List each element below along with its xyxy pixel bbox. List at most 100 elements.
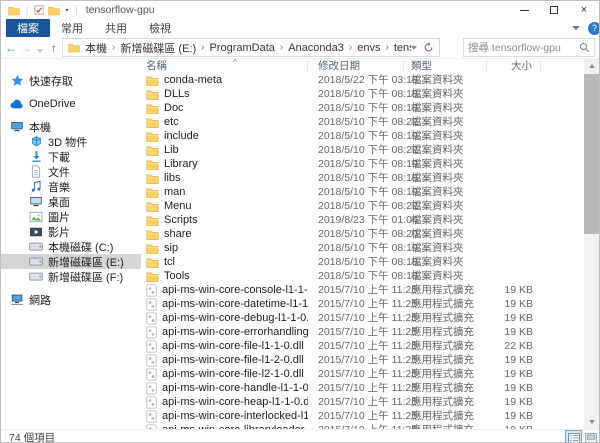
sidebar-item[interactable]: 本機磁碟 (C:) bbox=[1, 239, 141, 254]
file-row[interactable]: api-ms-win-core-file-l1-2-0.dll 2015/7/1… bbox=[141, 353, 599, 367]
file-row[interactable]: api-ms-win-core-libraryloader-l1-1-0.dll… bbox=[141, 423, 599, 429]
breadcrumb-separator-icon[interactable]: › bbox=[277, 42, 286, 53]
file-name: api-ms-win-core-heap-l1-1-0.dll bbox=[162, 396, 308, 408]
column-header-date[interactable]: 修改日期 bbox=[308, 60, 404, 72]
breadcrumb-separator-icon[interactable]: › bbox=[198, 42, 207, 53]
breadcrumb-item[interactable]: tensorflow-gpu bbox=[392, 42, 411, 54]
file-row[interactable]: DLLs 2018/5/10 下午 08:18 檔案資料夾 bbox=[141, 87, 599, 101]
breadcrumb-separator-icon[interactable]: › bbox=[383, 42, 392, 53]
sidebar-item[interactable]: 文件 bbox=[1, 164, 141, 179]
breadcrumb-item[interactable]: Anaconda3 › bbox=[286, 42, 355, 54]
file-date: 2015/7/10 上午 11:25 bbox=[318, 312, 418, 324]
forward-button[interactable]: → bbox=[20, 41, 32, 55]
column-header-type[interactable]: 類型 bbox=[404, 60, 487, 72]
file-name: Menu bbox=[164, 200, 192, 212]
file-row[interactable]: api-ms-win-core-console-l1-1-0.dll 2015/… bbox=[141, 283, 599, 297]
breadcrumb-item[interactable]: 新增磁碟區 (E:) › bbox=[118, 40, 207, 56]
new-folder-icon[interactable] bbox=[48, 5, 60, 16]
sidebar-item[interactable]: 桌面 bbox=[1, 194, 141, 209]
tab-view[interactable]: 檢視 bbox=[138, 19, 182, 37]
file-row[interactable]: api-ms-win-core-heap-l1-1-0.dll 2015/7/1… bbox=[141, 395, 599, 409]
maximize-icon bbox=[550, 6, 558, 14]
sidebar-item[interactable]: 圖片 bbox=[1, 209, 141, 224]
file-type: 檔案資料夾 bbox=[411, 186, 464, 198]
expand-ribbon-icon[interactable] bbox=[572, 26, 580, 30]
search-icon[interactable] bbox=[579, 42, 590, 53]
column-header-size[interactable]: 大小 bbox=[487, 60, 541, 72]
column-header-name[interactable]: 名稱 ^ bbox=[141, 59, 308, 72]
file-row[interactable]: libs 2018/5/10 下午 08:18 檔案資料夾 bbox=[141, 171, 599, 185]
recent-locations-icon[interactable] bbox=[35, 40, 46, 56]
file-type: 應用程式擴充 bbox=[411, 340, 474, 352]
file-row[interactable]: sip 2018/5/10 下午 08:19 檔案資料夾 bbox=[141, 241, 599, 255]
close-button[interactable]: × bbox=[569, 1, 599, 19]
sidebar-item[interactable]: 快速存取 bbox=[1, 73, 141, 88]
maximize-button[interactable] bbox=[539, 1, 569, 19]
scroll-down-icon[interactable] bbox=[584, 415, 599, 429]
sidebar-item[interactable]: OneDrive bbox=[1, 96, 141, 111]
tab-share[interactable]: 共用 bbox=[94, 19, 138, 37]
breadcrumb-separator-icon[interactable]: › bbox=[109, 42, 118, 53]
explorer-window: | ▾ | tensorflow-gpu × 檔案 常用 共用 檢視 ? ← →… bbox=[0, 0, 600, 443]
file-row[interactable]: api-ms-win-core-file-l2-1-0.dll 2015/7/1… bbox=[141, 367, 599, 381]
up-button[interactable]: ↑ bbox=[49, 41, 60, 55]
file-row[interactable]: api-ms-win-core-debug-l1-1-0.dll 2015/7/… bbox=[141, 311, 599, 325]
file-row[interactable]: api-ms-win-core-handle-l1-1-0.dll 2015/7… bbox=[141, 381, 599, 395]
file-row[interactable]: conda-meta 2018/5/22 下午 03:18 檔案資料夾 bbox=[141, 73, 599, 87]
file-row[interactable]: Lib 2018/5/10 下午 08:22 檔案資料夾 bbox=[141, 143, 599, 157]
file-name: api-ms-win-core-errorhandling-l1-1-0... bbox=[162, 326, 308, 338]
scroll-up-icon[interactable] bbox=[584, 59, 599, 73]
back-button[interactable]: ← bbox=[5, 41, 17, 55]
address-bar[interactable]: 本機 › 新增磁碟區 (E:) › ProgramData › Anaconda… bbox=[62, 38, 440, 57]
minimize-button[interactable] bbox=[509, 1, 539, 19]
breadcrumb-item[interactable]: envs › bbox=[355, 42, 392, 54]
file-row[interactable]: Menu 2018/5/10 下午 08:22 檔案資料夾 bbox=[141, 199, 599, 213]
file-row[interactable]: api-ms-win-core-file-l1-1-0.dll 2015/7/1… bbox=[141, 339, 599, 353]
file-row[interactable]: Doc 2018/5/10 下午 08:18 檔案資料夾 bbox=[141, 101, 599, 115]
sidebar-item[interactable]: 下載 bbox=[1, 149, 141, 164]
file-name: Lib bbox=[164, 144, 179, 156]
tab-file[interactable]: 檔案 bbox=[6, 19, 50, 37]
folder-icon bbox=[146, 75, 159, 86]
vertical-scrollbar[interactable] bbox=[584, 59, 599, 429]
file-size: 22 KB bbox=[504, 340, 533, 352]
tab-home[interactable]: 常用 bbox=[50, 19, 94, 37]
thumbnails-view-button[interactable] bbox=[582, 430, 599, 442]
search-box[interactable] bbox=[463, 38, 595, 57]
properties-icon[interactable] bbox=[34, 5, 44, 15]
file-name: share bbox=[164, 228, 192, 240]
sidebar-item[interactable]: 3D 物件 bbox=[1, 134, 141, 149]
file-row[interactable]: Library 2018/5/10 下午 08:19 檔案資料夾 bbox=[141, 157, 599, 171]
file-date: 2015/7/10 上午 11:25 bbox=[318, 340, 418, 352]
file-row[interactable]: man 2018/5/10 下午 08:19 檔案資料夾 bbox=[141, 185, 599, 199]
customize-quick-access-toolbar-icon[interactable]: ▾ bbox=[65, 7, 68, 14]
sidebar-item[interactable]: 新增磁碟區 (F:) bbox=[1, 269, 141, 284]
breadcrumb-item[interactable]: ProgramData › bbox=[207, 42, 286, 54]
sidebar-item[interactable]: 音樂 bbox=[1, 179, 141, 194]
search-input[interactable] bbox=[468, 41, 579, 54]
file-row[interactable]: include 2018/5/10 下午 08:19 檔案資料夾 bbox=[141, 129, 599, 143]
file-type: 檔案資料夾 bbox=[411, 116, 464, 128]
file-row[interactable]: Tools 2018/5/10 下午 08:18 檔案資料夾 bbox=[141, 269, 599, 283]
sidebar-item[interactable]: 影片 bbox=[1, 224, 141, 239]
file-name: api-ms-win-core-console-l1-1-0.dll bbox=[162, 284, 308, 296]
refresh-icon[interactable] bbox=[423, 42, 434, 53]
file-row[interactable]: Scripts 2019/8/23 下午 01:04 檔案資料夾 bbox=[141, 213, 599, 227]
file-row[interactable]: api-ms-win-core-datetime-l1-1-0.dll 2015… bbox=[141, 297, 599, 311]
file-row[interactable]: tcl 2018/5/10 下午 08:18 檔案資料夾 bbox=[141, 255, 599, 269]
file-row[interactable]: api-ms-win-core-interlocked-l1-1-0.dll 2… bbox=[141, 409, 599, 423]
file-row[interactable]: api-ms-win-core-errorhandling-l1-1-0... … bbox=[141, 325, 599, 339]
sidebar-item[interactable]: 本機 bbox=[1, 119, 141, 134]
breadcrumb-separator-icon[interactable]: › bbox=[346, 42, 355, 53]
breadcrumb-item[interactable]: 本機 › bbox=[83, 40, 118, 56]
scrollbar-thumb[interactable] bbox=[584, 74, 599, 234]
sidebar-item[interactable]: 網路 bbox=[1, 292, 141, 307]
sidebar-item-label: 影片 bbox=[48, 226, 70, 239]
file-row[interactable]: share 2018/5/10 下午 08:20 檔案資料夾 bbox=[141, 227, 599, 241]
file-name: DLLs bbox=[164, 88, 190, 100]
file-row[interactable]: etc 2018/5/10 下午 08:22 檔案資料夾 bbox=[141, 115, 599, 129]
help-icon[interactable]: ? bbox=[588, 21, 599, 35]
sidebar-item[interactable]: 新增磁碟區 (E:) bbox=[1, 254, 141, 269]
details-view-button[interactable] bbox=[565, 430, 582, 442]
address-dropdown-icon[interactable] bbox=[411, 45, 417, 50]
